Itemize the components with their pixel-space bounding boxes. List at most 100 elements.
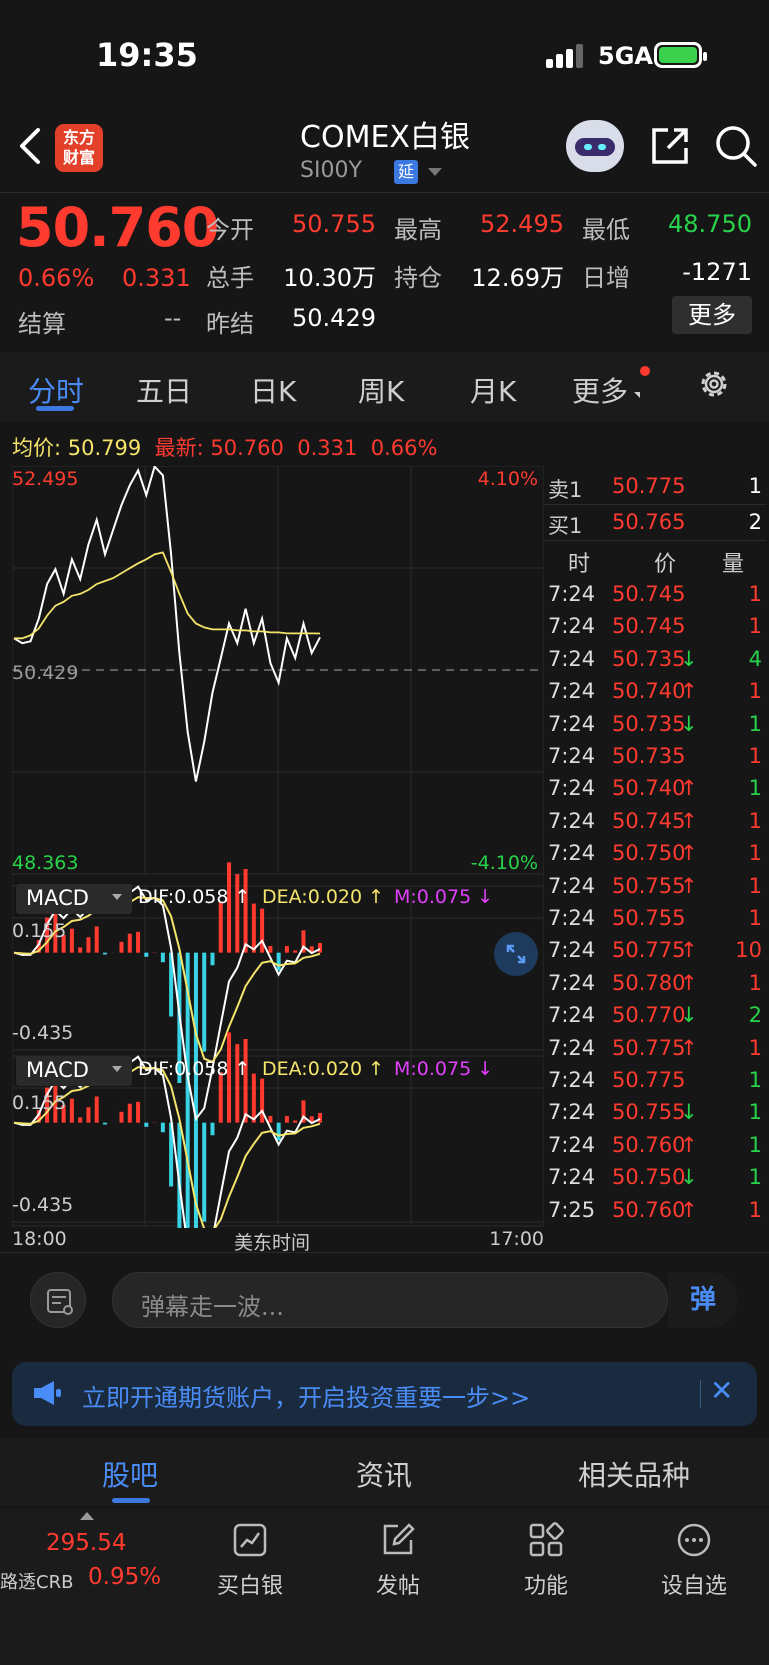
volume-label: 总手 bbox=[206, 264, 254, 292]
add-watchlist-label: 设自选 bbox=[660, 1574, 727, 1599]
x-start-label: 18:00 bbox=[12, 1228, 67, 1250]
trade-row: 7:24 50.775 ↑ 1 bbox=[544, 1032, 766, 1064]
macd-m: M:0.075 ↓ bbox=[394, 886, 494, 908]
trade-time: 7:24 bbox=[548, 873, 596, 898]
add-watchlist-button[interactable]: 设自选 bbox=[644, 1522, 744, 1600]
more-dots-icon bbox=[677, 1523, 711, 1557]
trade-row: 7:24 50.735 1 bbox=[544, 740, 766, 772]
trade-time: 7:24 bbox=[548, 582, 596, 606]
trade-qty: 1 bbox=[748, 582, 762, 606]
trade-qty: 10 bbox=[735, 938, 762, 963]
trade-direction-icon: ↑ bbox=[680, 873, 698, 898]
ask-row[interactable]: 卖1 50.775 1 bbox=[544, 470, 766, 502]
banner-close-button[interactable]: ✕ bbox=[710, 1374, 733, 1407]
change-info: 0.331 bbox=[297, 436, 358, 460]
symbol-dropdown-icon[interactable] bbox=[428, 168, 442, 176]
tab-daily-k[interactable]: 日K bbox=[250, 370, 296, 410]
bid-price: 50.765 bbox=[612, 510, 686, 534]
danmaku-send-button[interactable]: 弹 bbox=[668, 1272, 738, 1328]
low-value: 48.750 bbox=[668, 210, 752, 238]
functions-label: 功能 bbox=[523, 1574, 568, 1599]
trade-qty: 1 bbox=[748, 841, 762, 866]
tab-five-day[interactable]: 五日 bbox=[136, 370, 192, 410]
pct-info: 0.66% bbox=[370, 436, 438, 460]
trade-row: 7:24 50.755 1 bbox=[544, 902, 766, 934]
buy-silver-button[interactable]: 买白银 bbox=[200, 1522, 300, 1600]
trade-price: 50.755 bbox=[612, 906, 686, 930]
tab-news[interactable]: 资讯 bbox=[356, 1454, 412, 1494]
prev-settle-label: 昨结 bbox=[206, 310, 254, 338]
tab-more[interactable]: 更多 bbox=[572, 370, 628, 410]
trade-header-price: 价 bbox=[654, 552, 677, 577]
trade-direction-icon: ↓ bbox=[680, 1100, 698, 1125]
macd-selector-2[interactable]: MACD bbox=[16, 1056, 132, 1086]
trade-qty: 1 bbox=[748, 1068, 762, 1092]
tab-monthly-k[interactable]: 月K bbox=[470, 370, 516, 410]
trade-row: 7:24 50.755 ↓ 1 bbox=[544, 1096, 766, 1128]
post-button[interactable]: 发帖 bbox=[348, 1522, 448, 1600]
avg-info-line: 均价: 50.799 最新: 50.760 0.331 0.66% bbox=[12, 432, 437, 462]
trade-row: 7:24 50.735 ↓ 4 bbox=[544, 643, 766, 675]
tab-weekly-k[interactable]: 周K bbox=[358, 370, 404, 410]
trade-qty: 1 bbox=[748, 1035, 762, 1060]
trade-time: 7:24 bbox=[548, 808, 596, 833]
danmaku-settings-button[interactable] bbox=[30, 1272, 86, 1328]
trade-price: 50.735 bbox=[612, 646, 686, 671]
trade-time: 7:24 bbox=[548, 970, 596, 995]
macd-dea: DEA:0.020 ↑ bbox=[262, 886, 385, 908]
trade-row: 7:24 50.745 ↑ 1 bbox=[544, 805, 766, 837]
high-value: 52.495 bbox=[480, 210, 564, 238]
search-icon[interactable] bbox=[714, 124, 758, 168]
symbol-code[interactable]: SI00Y bbox=[300, 158, 362, 183]
macd-bottom-label-2: -0.435 bbox=[12, 1194, 74, 1216]
macd-caret-icon-2 bbox=[112, 1066, 122, 1072]
index-expand-icon[interactable] bbox=[80, 1512, 94, 1520]
avg-price-label: 均价: bbox=[12, 436, 62, 460]
bid-row[interactable]: 买1 50.765 2 bbox=[544, 506, 766, 538]
macd-selector[interactable]: MACD bbox=[16, 884, 132, 914]
logo-text-bottom: 财富 bbox=[62, 148, 95, 167]
trade-qty: 2 bbox=[748, 1003, 762, 1028]
app-logo[interactable]: 东方 财富 bbox=[55, 124, 103, 172]
settings-gear-icon[interactable] bbox=[696, 366, 732, 402]
trade-price: 50.770 bbox=[612, 1003, 686, 1028]
trade-time: 7:24 bbox=[548, 614, 596, 639]
trade-direction-icon: ↑ bbox=[680, 1132, 698, 1157]
danmaku-input[interactable]: 弹幕走一波... bbox=[112, 1272, 668, 1328]
trade-time: 7:24 bbox=[548, 841, 596, 866]
trade-qty: 1 bbox=[748, 1132, 762, 1157]
index-pct[interactable]: 0.95% bbox=[88, 1564, 161, 1590]
trade-row: 7:24 50.760 ↑ 1 bbox=[544, 1129, 766, 1161]
x-mid-label: 美东时间 bbox=[234, 1232, 311, 1254]
banner-text[interactable]: 立即开通期货账户，开启投资重要一步>> bbox=[82, 1378, 530, 1413]
intraday-chart[interactable]: 52.495 4.10% 50.429 48.363 -4.10% MACD D… bbox=[12, 466, 544, 1254]
tab-forum[interactable]: 股吧 bbox=[102, 1454, 158, 1494]
tab-active-indicator bbox=[36, 406, 74, 411]
trade-chart-icon bbox=[233, 1523, 267, 1557]
chart-bottom-divider bbox=[0, 1252, 769, 1253]
trade-price: 50.750 bbox=[612, 1165, 686, 1190]
trade-header: 时 价 量 bbox=[544, 546, 766, 577]
back-icon[interactable] bbox=[16, 126, 46, 166]
daily-increase-label: 日增 bbox=[582, 264, 630, 292]
tab-intraday[interactable]: 分时 bbox=[28, 370, 84, 410]
expand-button[interactable] bbox=[494, 932, 538, 976]
trade-qty: 1 bbox=[748, 1197, 762, 1222]
index-value[interactable]: 295.54 bbox=[46, 1530, 126, 1556]
index-name[interactable]: 路透CRB bbox=[0, 1568, 73, 1594]
macd-m-2: M:0.075 ↓ bbox=[394, 1058, 494, 1080]
post-label: 发帖 bbox=[375, 1574, 420, 1599]
trade-time: 7:24 bbox=[548, 744, 596, 768]
trade-time: 7:24 bbox=[548, 1165, 596, 1190]
assistant-robot-icon[interactable] bbox=[566, 120, 624, 172]
share-icon[interactable] bbox=[648, 124, 692, 168]
ask-price: 50.775 bbox=[612, 474, 686, 498]
trade-price: 50.750 bbox=[612, 841, 686, 866]
ask-qty: 1 bbox=[748, 474, 762, 498]
functions-button[interactable]: 功能 bbox=[496, 1522, 596, 1600]
tab-related[interactable]: 相关品种 bbox=[578, 1454, 690, 1494]
change-amount: 0.331 bbox=[122, 264, 191, 292]
book-divider bbox=[544, 504, 766, 505]
daily-increase-value: -1271 bbox=[682, 258, 752, 286]
more-quote-button[interactable]: 更多 bbox=[672, 296, 752, 334]
